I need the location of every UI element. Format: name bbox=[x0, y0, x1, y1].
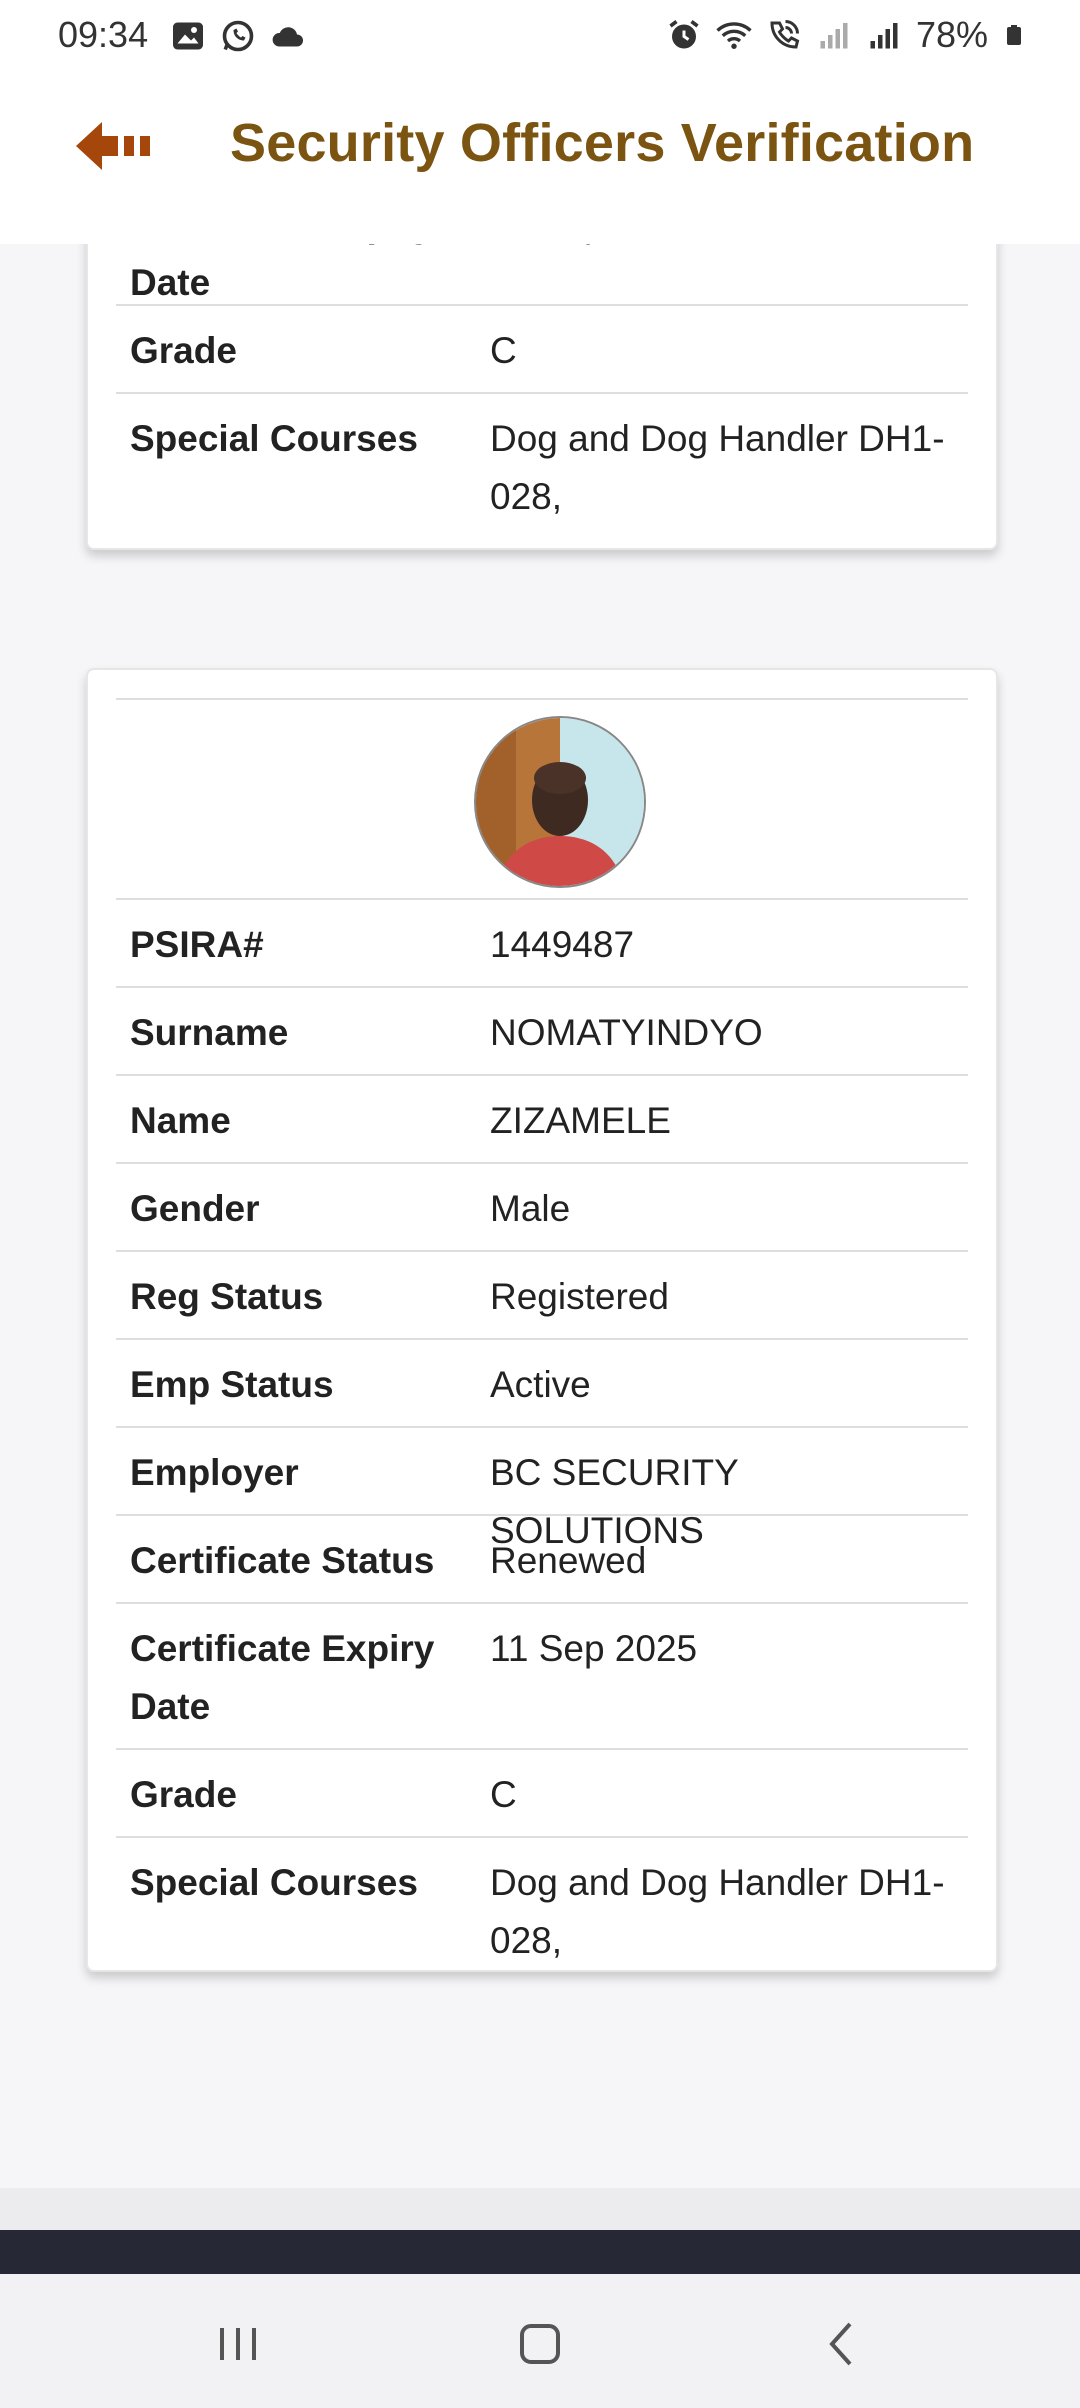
battery-icon bbox=[1007, 25, 1021, 45]
row-label: Reg Status bbox=[130, 1276, 324, 1317]
officer-photo bbox=[474, 716, 646, 888]
officer-card: PSIRA# 1449487 Surname NOMATYINDYO Name … bbox=[86, 668, 998, 1972]
wifi-icon bbox=[716, 22, 752, 49]
row-value: C bbox=[490, 1774, 517, 1815]
home-icon[interactable] bbox=[510, 2314, 570, 2374]
row-label: Special Courses bbox=[130, 1862, 418, 1903]
info-row: Emp Status Active bbox=[116, 1338, 968, 1428]
row-label: Surname bbox=[130, 1012, 289, 1053]
info-row: Special Courses Dog and Dog Handler DH1-… bbox=[116, 1836, 968, 1961]
photo-row bbox=[116, 698, 968, 900]
row-value: C bbox=[490, 330, 517, 371]
footer-band bbox=[0, 2230, 1080, 2274]
back-icon[interactable] bbox=[812, 2314, 872, 2374]
row-value: Male bbox=[490, 1188, 571, 1229]
row-label: Certificate Status bbox=[130, 1540, 435, 1581]
results-content[interactable]: Certificate Expiry Date 11 Sep 2025 Grad… bbox=[0, 244, 1080, 2188]
row-value: 11 Sep 2025 bbox=[490, 1628, 698, 1669]
signal-icon bbox=[820, 23, 848, 49]
wifi-call-icon bbox=[770, 20, 800, 49]
whatsapp-icon bbox=[222, 20, 254, 52]
page-title: Security Officers Verification bbox=[230, 113, 975, 173]
row-label: Special Courses bbox=[130, 418, 418, 459]
row-value: Dog and Dog Handler DH1-028, bbox=[490, 418, 945, 517]
row-label: Name bbox=[130, 1100, 231, 1141]
row-value: Renewed bbox=[490, 1540, 647, 1581]
row-value: ZIZAMELE bbox=[490, 1100, 671, 1141]
system-nav-bar bbox=[0, 2274, 1080, 2408]
info-row: Special Courses Dog and Dog Handler DH1-… bbox=[116, 392, 968, 534]
row-label: Certificate Expiry Date bbox=[130, 244, 434, 303]
status-bar: 09:34 78% bbox=[0, 0, 1080, 72]
row-value: Active bbox=[490, 1364, 591, 1405]
info-row: Reg Status Registered bbox=[116, 1250, 968, 1340]
info-row: Certificate Expiry Date 11 Sep 2025 bbox=[116, 1602, 968, 1750]
row-label: Grade bbox=[130, 330, 237, 371]
gallery-icon bbox=[173, 22, 203, 50]
status-time: 09:34 bbox=[58, 14, 149, 55]
row-value: Registered bbox=[490, 1276, 669, 1317]
info-row: Grade C bbox=[116, 1748, 968, 1838]
row-label: Emp Status bbox=[130, 1364, 334, 1405]
row-label: Grade bbox=[130, 1774, 237, 1815]
info-row: Grade C bbox=[116, 304, 968, 394]
recent-apps-icon[interactable] bbox=[208, 2314, 268, 2374]
alarm-icon bbox=[669, 20, 699, 49]
signal-icon bbox=[870, 23, 898, 49]
back-arrow-icon[interactable] bbox=[74, 116, 164, 176]
row-value: Dog and Dog Handler DH1-028, bbox=[490, 1862, 945, 1961]
officer-card: Certificate Expiry Date 11 Sep 2025 Grad… bbox=[86, 244, 998, 550]
info-row: Certificate Status Renewed bbox=[116, 1514, 968, 1604]
info-row: Gender Male bbox=[116, 1162, 968, 1252]
row-value: NOMATYINDYO bbox=[490, 1012, 763, 1053]
info-row: PSIRA# 1449487 bbox=[116, 898, 968, 988]
cloud-icon bbox=[272, 27, 303, 47]
app-header: Security Officers Verification bbox=[0, 72, 1080, 244]
row-label: Employer bbox=[130, 1452, 299, 1493]
row-label: PSIRA# bbox=[130, 924, 264, 965]
row-label: Gender bbox=[130, 1188, 260, 1229]
info-row: Employer BC SECURITY SOLUTIONS bbox=[116, 1426, 968, 1551]
info-row: Name ZIZAMELE bbox=[116, 1074, 968, 1164]
info-row: Surname NOMATYINDYO bbox=[116, 986, 968, 1076]
battery-percent: 78% bbox=[915, 14, 988, 55]
row-value: 1449487 bbox=[490, 924, 635, 965]
row-label: Certificate Expiry Date bbox=[130, 1628, 435, 1727]
row-value: 11 Sep 2025 bbox=[490, 244, 960, 254]
